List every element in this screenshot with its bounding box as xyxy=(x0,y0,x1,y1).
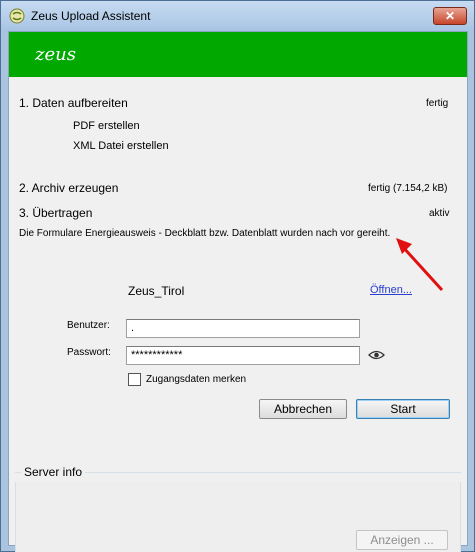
window-title: Zeus Upload Assistent xyxy=(31,9,151,23)
server-info-legend: Server info xyxy=(21,465,86,479)
main-panel: 1. Daten aufbereiten fertig PDF erstelle… xyxy=(9,79,467,552)
step-1-label: 1. Daten aufbereiten xyxy=(19,96,128,110)
zeus-app-icon xyxy=(9,8,25,24)
upload-assistant-window: Zeus Upload Assistent ✕ zeus 1. Daten au… xyxy=(0,0,475,552)
eye-icon[interactable] xyxy=(368,349,385,361)
status-message: Die Formulare Energieausweis - Deckblatt… xyxy=(19,228,391,239)
close-icon: ✕ xyxy=(444,9,456,23)
step-1-item-pdf: PDF erstellen xyxy=(73,120,140,132)
open-link[interactable]: Öffnen... xyxy=(370,284,412,296)
step-2-status: fertig (7.154,2 kB) xyxy=(368,183,448,194)
start-button[interactable]: Start xyxy=(356,399,450,419)
client-area: zeus 1. Daten aufbereiten fertig PDF ers… xyxy=(8,31,468,552)
show-button[interactable]: Anzeigen ... xyxy=(356,530,448,550)
close-button[interactable]: ✕ xyxy=(433,7,467,25)
user-input[interactable]: . xyxy=(126,319,360,338)
password-label: Passwort: xyxy=(67,347,111,358)
step-3-status: aktiv xyxy=(429,208,450,219)
user-label: Benutzer: xyxy=(67,320,110,331)
banner: zeus xyxy=(9,32,467,77)
step-2-label: 2. Archiv erzeugen xyxy=(19,181,119,195)
target-name: Zeus_Tirol xyxy=(128,284,185,298)
remember-label: Zugangsdaten merken xyxy=(146,374,247,385)
svg-text:zeus: zeus xyxy=(34,44,76,65)
zeus-logo: zeus xyxy=(34,44,76,65)
remember-checkbox[interactable] xyxy=(128,373,141,386)
password-input[interactable]: ************ xyxy=(126,346,360,365)
title-bar[interactable]: Zeus Upload Assistent ✕ xyxy=(1,1,474,31)
step-3-label: 3. Übertragen xyxy=(19,206,93,220)
cancel-button[interactable]: Abbrechen xyxy=(259,399,347,419)
step-1-status: fertig xyxy=(426,98,449,109)
step-1-item-xml: XML Datei erstellen xyxy=(73,140,169,152)
